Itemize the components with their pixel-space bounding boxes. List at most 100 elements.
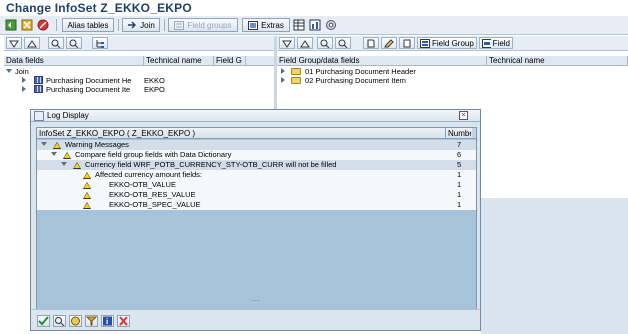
find-icon[interactable] <box>317 37 333 49</box>
collapsed-icon[interactable] <box>22 77 26 83</box>
folder-icon <box>291 68 301 75</box>
collapsed-icon[interactable] <box>281 68 285 74</box>
collapse-all-icon[interactable] <box>297 37 313 49</box>
log-row-count: 1 <box>457 180 462 189</box>
expanded-icon[interactable] <box>41 142 47 146</box>
field-groups-label: Field groups <box>187 20 232 30</box>
folder-icon <box>291 77 301 84</box>
edit-icon[interactable] <box>381 37 397 49</box>
find-next-icon[interactable] <box>335 37 351 49</box>
field-button[interactable]: Field <box>479 37 513 49</box>
close-icon[interactable]: × <box>459 111 468 120</box>
expanded-icon[interactable] <box>51 152 57 156</box>
tree-item-label: 01 Purchasing Document Header <box>305 67 416 76</box>
continue-icon[interactable] <box>37 315 50 327</box>
tree-item-label: 02 Purchasing Document Item <box>305 76 406 85</box>
tree-item-ekpo[interactable]: Purchasing Document Ite EKPO <box>22 85 262 94</box>
log-display-dialog: Log Display × InfoSet Z_EKKO_EKPO ( Z_EK… <box>30 109 481 331</box>
log-icon <box>34 111 44 121</box>
alias-tables-button[interactable]: Alias tables <box>62 18 114 32</box>
expanded-icon[interactable] <box>6 69 12 73</box>
table-view-icon[interactable] <box>292 18 306 32</box>
col-technical-name: Technical name <box>487 56 628 66</box>
collapsed-icon[interactable] <box>22 86 26 92</box>
field-group-label: Field Group <box>432 38 474 48</box>
filter-icon[interactable] <box>85 315 98 327</box>
tree-root-join[interactable]: Join <box>6 67 146 76</box>
resize-grip[interactable]: ..... <box>31 297 480 303</box>
field-group-icon <box>420 38 430 48</box>
warning-icon <box>63 152 71 159</box>
tree-item-tech: EKKO <box>144 76 165 85</box>
warning-icon <box>83 182 91 189</box>
field-groups-button[interactable]: Field groups <box>168 18 238 32</box>
grid-header-scroll <box>472 128 476 138</box>
left-column-header: Data fields Technical name Field G <box>4 56 274 66</box>
find-icon[interactable] <box>48 37 64 49</box>
grid-header-number[interactable]: Numbe <box>445 128 471 139</box>
tree-root-label: Join <box>15 67 29 76</box>
col-technical-name: Technical name <box>144 56 214 66</box>
log-row-text: Warning Messages <box>65 140 129 149</box>
log-row-count: 7 <box>457 140 462 149</box>
find-icon[interactable] <box>53 315 66 327</box>
grid-header: InfoSet Z_EKKO_EKPO ( Z_EKKO_EKPO ) Numb… <box>37 128 476 139</box>
dialog-title: Log Display <box>47 111 89 120</box>
background-left <box>0 109 30 334</box>
log-row-otb-value[interactable]: EKKO-OTB_VALUE 1 <box>37 180 476 190</box>
tree-item-field-group-02[interactable]: 02 Purchasing Document Item <box>281 76 481 85</box>
warning-icon <box>53 142 61 149</box>
expand-all-icon[interactable] <box>279 37 295 49</box>
right-panel-toolbar: Field Group Field <box>277 36 628 51</box>
create-icon[interactable] <box>363 37 379 49</box>
left-panel: Data fields Technical name Field G Join … <box>4 36 274 109</box>
field-icon <box>482 38 491 48</box>
extras-button[interactable]: Extras <box>242 18 290 32</box>
col-field-group-data-fields: Field Group/data fields <box>277 56 487 66</box>
tree-item-tech: EKPO <box>144 85 165 94</box>
collapse-all-icon[interactable] <box>24 37 40 49</box>
info-icon[interactable]: i <box>101 315 114 327</box>
log-row-count: 1 <box>457 170 462 179</box>
right-column-header: Field Group/data fields Technical name <box>277 56 628 66</box>
application-toolbar: Alias tables Join Field groups Extras <box>0 16 628 35</box>
log-row-compare-field-group[interactable]: Compare field group fields with Data Dic… <box>37 150 476 160</box>
delete-icon[interactable] <box>399 37 415 49</box>
dialog-title-bar[interactable]: Log Display × <box>31 110 480 122</box>
join-button[interactable]: Join <box>122 18 160 32</box>
collapsed-icon[interactable] <box>281 77 285 83</box>
log-row-text: Currency field WRF_POTB_CURRENCY_STY-OTB… <box>85 160 337 169</box>
log-row-count: 1 <box>457 190 462 199</box>
log-row-affected-fields[interactable]: Affected currency amount fields: 1 <box>37 170 476 180</box>
cancel-icon[interactable] <box>36 18 50 32</box>
back-icon[interactable] <box>4 18 18 32</box>
log-row-otb-spec-value[interactable]: EKKO-OTB_SPEC_VALUE 1 <box>37 200 476 210</box>
warning-icon <box>83 202 91 209</box>
tree-item-label: Purchasing Document He <box>46 76 132 85</box>
tree-item-ekko[interactable]: Purchasing Document He EKKO <box>22 76 262 85</box>
technical-info-icon[interactable] <box>69 315 82 327</box>
chart-view-icon[interactable] <box>308 18 322 32</box>
field-group-button[interactable]: Field Group <box>417 37 477 49</box>
background-area <box>481 198 628 334</box>
log-row-otb-res-value[interactable]: EKKO-OTB_RES_VALUE 1 <box>37 190 476 200</box>
arrow-right-icon <box>128 21 137 29</box>
log-row-currency-field[interactable]: Currency field WRF_POTB_CURRENCY_STY-OTB… <box>37 160 476 170</box>
log-row-count: 6 <box>457 150 462 159</box>
field-groups-icon <box>174 20 185 30</box>
expand-all-icon[interactable] <box>6 37 22 49</box>
cancel-icon[interactable] <box>117 315 130 327</box>
left-panel-toolbar <box>4 36 274 51</box>
exit-icon[interactable] <box>20 18 34 32</box>
hierarchy-icon[interactable] <box>92 37 108 49</box>
log-row-text: EKKO-OTB_VALUE <box>109 180 176 189</box>
field-label: Field <box>492 38 510 48</box>
find-next-icon[interactable] <box>66 37 82 49</box>
expanded-icon[interactable] <box>61 162 67 166</box>
log-row-warning-messages[interactable]: Warning Messages 7 <box>37 140 476 150</box>
tree-item-field-group-01[interactable]: 01 Purchasing Document Header <box>281 67 481 76</box>
settings-icon[interactable] <box>324 18 338 32</box>
page-title: Change InfoSet Z_EKKO_EKPO <box>6 1 192 15</box>
table-icon <box>34 76 43 84</box>
col-data-fields: Data fields <box>4 56 144 66</box>
